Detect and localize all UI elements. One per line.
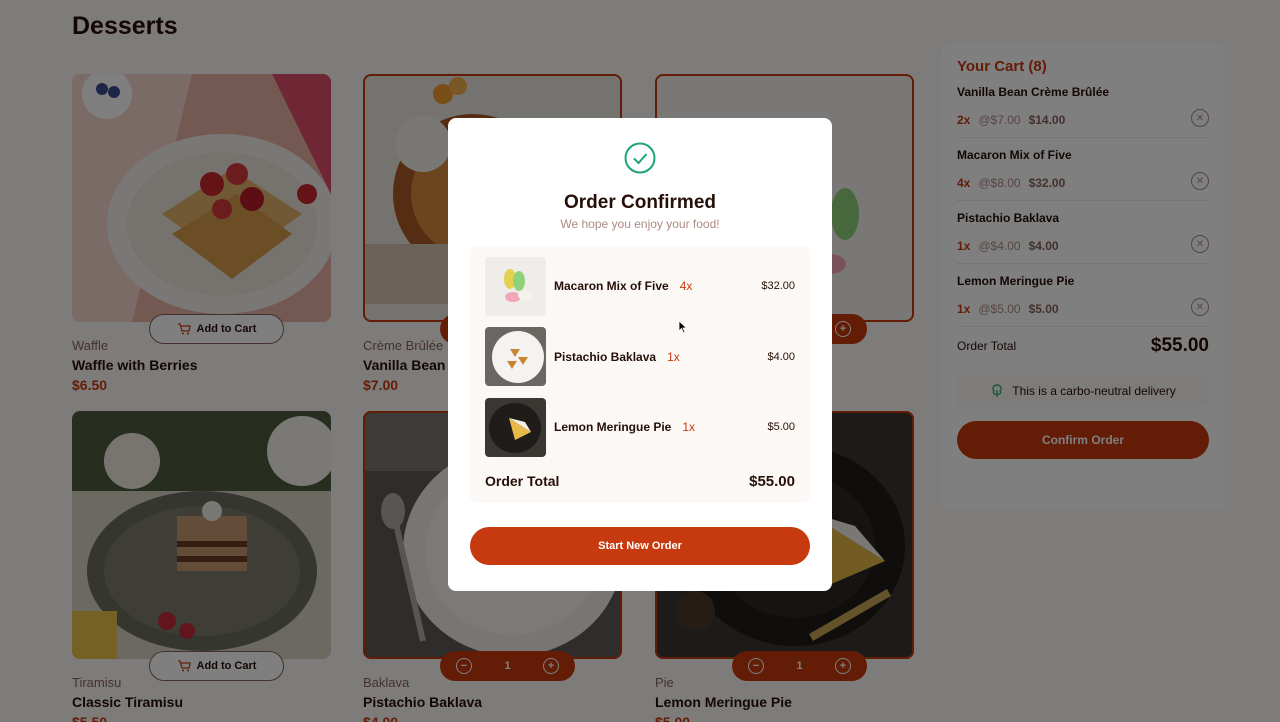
order-total-value: $55.00: [749, 472, 795, 490]
mouse-cursor-icon: [678, 320, 688, 334]
modal-subtitle: We hope you enjoy your food!: [560, 217, 720, 231]
order-item-price: $4.00: [767, 350, 795, 363]
order-item-name: Macaron Mix of Five: [554, 279, 669, 294]
modal-title: Order Confirmed: [563, 192, 717, 213]
order-item: Lemon Meringue Pie 1x $5.00: [485, 392, 795, 463]
macaron-thumbnail: [485, 256, 546, 316]
order-item-qty: 1x: [682, 420, 696, 435]
order-confirmed-modal: Order Confirmed We hope you enjoy your f…: [448, 118, 832, 591]
order-item-qty: 1x: [667, 349, 680, 364]
pie-thumbnail: [485, 397, 546, 457]
order-item-price: $5.00: [767, 421, 795, 434]
order-item-name: Lemon Meringue Pie: [554, 420, 672, 435]
order-item: Macaron Mix of Five 4x $32.00: [485, 251, 795, 322]
order-item: Pistachio Baklava 1x $4.00: [485, 322, 795, 393]
order-item-qty: 4x: [679, 279, 693, 294]
order-item-name: Pistachio Baklava: [554, 349, 657, 364]
order-item-price: $32.00: [761, 280, 795, 293]
baklava-thumbnail: [485, 327, 546, 387]
order-summary: Macaron Mix of Five 4x $32.00 Pistachio …: [470, 246, 810, 503]
start-new-order-button[interactable]: Start New Order: [470, 527, 810, 565]
order-total: Order Total $55.00: [485, 473, 795, 490]
order-total-label: Order Total: [485, 473, 560, 489]
check-circle-icon: [624, 142, 656, 174]
